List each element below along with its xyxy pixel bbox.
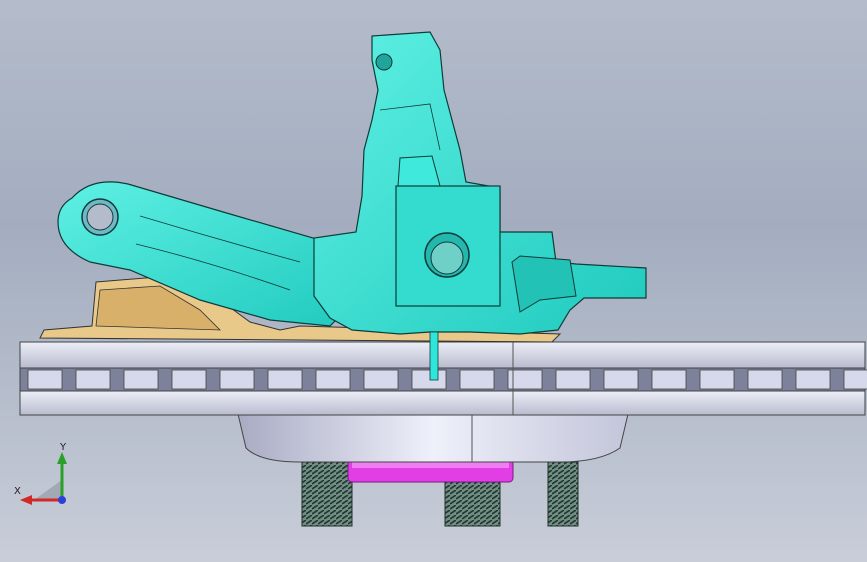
rotor-vane [603, 369, 639, 390]
rotor-vane [459, 369, 495, 390]
rotor-vane [795, 369, 831, 390]
wheel-hub[interactable] [237, 413, 629, 463]
coordinate-triad: Y X [12, 440, 82, 510]
rotor-vane [267, 369, 303, 390]
steering-knuckle[interactable] [313, 31, 647, 381]
rotor-vane [171, 369, 207, 390]
z-axis-origin-icon [58, 496, 66, 504]
rotor-vane [315, 369, 351, 390]
cad-viewport[interactable]: Y X [0, 0, 867, 562]
x-axis-label: X [14, 486, 21, 497]
rotor-vane [747, 369, 783, 390]
triad-plane-icon [34, 480, 62, 500]
rotor-vane [27, 369, 63, 390]
rotor-vane [651, 369, 687, 390]
rotor-vane [75, 369, 111, 390]
rotor-vane [843, 369, 867, 390]
rotor-vane [699, 369, 735, 390]
rotor-vane [219, 369, 255, 390]
axis-triad-graphic [20, 452, 67, 505]
rotor-vane [363, 369, 399, 390]
rotor-vane [123, 369, 159, 390]
rotor-vane [411, 369, 447, 390]
rotor-vane [555, 369, 591, 390]
y-axis-label: Y [60, 442, 67, 453]
brake-rotor[interactable] [19, 341, 867, 416]
hub-bearing[interactable] [347, 459, 514, 483]
cad-model-scene[interactable] [0, 0, 867, 562]
